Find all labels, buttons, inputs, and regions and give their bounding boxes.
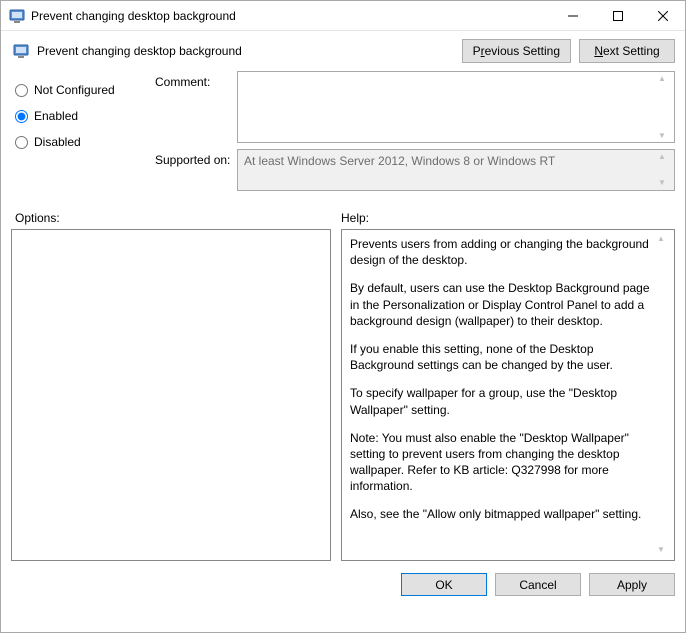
- supported-on-box: At least Windows Server 2012, Windows 8 …: [237, 149, 675, 191]
- next-setting-button[interactable]: Next Setting: [579, 39, 675, 63]
- help-paragraph: Also, see the "Allow only bitmapped wall…: [350, 506, 652, 522]
- help-paragraph: Prevents users from adding or changing t…: [350, 236, 652, 268]
- scrollbar-hint: ▲▼: [657, 234, 671, 556]
- help-panel[interactable]: Prevents users from adding or changing t…: [341, 229, 675, 561]
- scrollbar-hint: ▲▼: [658, 74, 672, 140]
- comment-textarea[interactable]: ▲▼: [237, 71, 675, 143]
- help-paragraph: By default, users can use the Desktop Ba…: [350, 280, 652, 329]
- options-label: Options:: [15, 211, 331, 225]
- policy-icon: [13, 43, 29, 59]
- app-icon: [9, 8, 25, 24]
- radio-enabled-label: Enabled: [34, 109, 78, 123]
- options-panel: [11, 229, 331, 561]
- radio-disabled[interactable]: Disabled: [15, 129, 145, 155]
- help-paragraph: Note: You must also enable the "Desktop …: [350, 430, 652, 495]
- close-button[interactable]: [640, 1, 685, 30]
- radio-enabled-input[interactable]: [15, 110, 28, 123]
- state-radio-group: Not Configured Enabled Disabled: [15, 71, 145, 197]
- help-text: Prevents users from adding or changing t…: [350, 236, 652, 523]
- cancel-button[interactable]: Cancel: [495, 573, 581, 596]
- window-title: Prevent changing desktop background: [31, 9, 550, 23]
- radio-disabled-input[interactable]: [15, 136, 28, 149]
- titlebar: Prevent changing desktop background: [1, 1, 685, 31]
- ok-button[interactable]: OK: [401, 573, 487, 596]
- apply-button[interactable]: Apply: [589, 573, 675, 596]
- previous-setting-button[interactable]: Previous Setting: [462, 39, 571, 63]
- panel-labels: Options: Help:: [1, 201, 685, 229]
- header-row: Prevent changing desktop background Prev…: [1, 31, 685, 71]
- help-label: Help:: [341, 211, 675, 225]
- radio-enabled[interactable]: Enabled: [15, 103, 145, 129]
- supported-on-text: At least Windows Server 2012, Windows 8 …: [244, 154, 555, 168]
- radio-not-configured[interactable]: Not Configured: [15, 77, 145, 103]
- help-paragraph: If you enable this setting, none of the …: [350, 341, 652, 373]
- comment-label: Comment:: [155, 71, 237, 143]
- policy-title: Prevent changing desktop background: [37, 44, 454, 58]
- minimize-button[interactable]: [550, 1, 595, 30]
- scrollbar-hint: ▲▼: [658, 152, 672, 188]
- help-paragraph: To specify wallpaper for a group, use th…: [350, 385, 652, 417]
- radio-not-configured-label: Not Configured: [34, 83, 115, 97]
- panels: Prevents users from adding or changing t…: [1, 229, 685, 561]
- radio-disabled-label: Disabled: [34, 135, 81, 149]
- fields: Comment: ▲▼ Supported on: At least Windo…: [155, 71, 675, 197]
- radio-not-configured-input[interactable]: [15, 84, 28, 97]
- supported-on-label: Supported on:: [155, 149, 237, 191]
- dialog-footer: OK Cancel Apply: [1, 561, 685, 596]
- maximize-button[interactable]: [595, 1, 640, 30]
- config-area: Not Configured Enabled Disabled Comment:…: [1, 71, 685, 201]
